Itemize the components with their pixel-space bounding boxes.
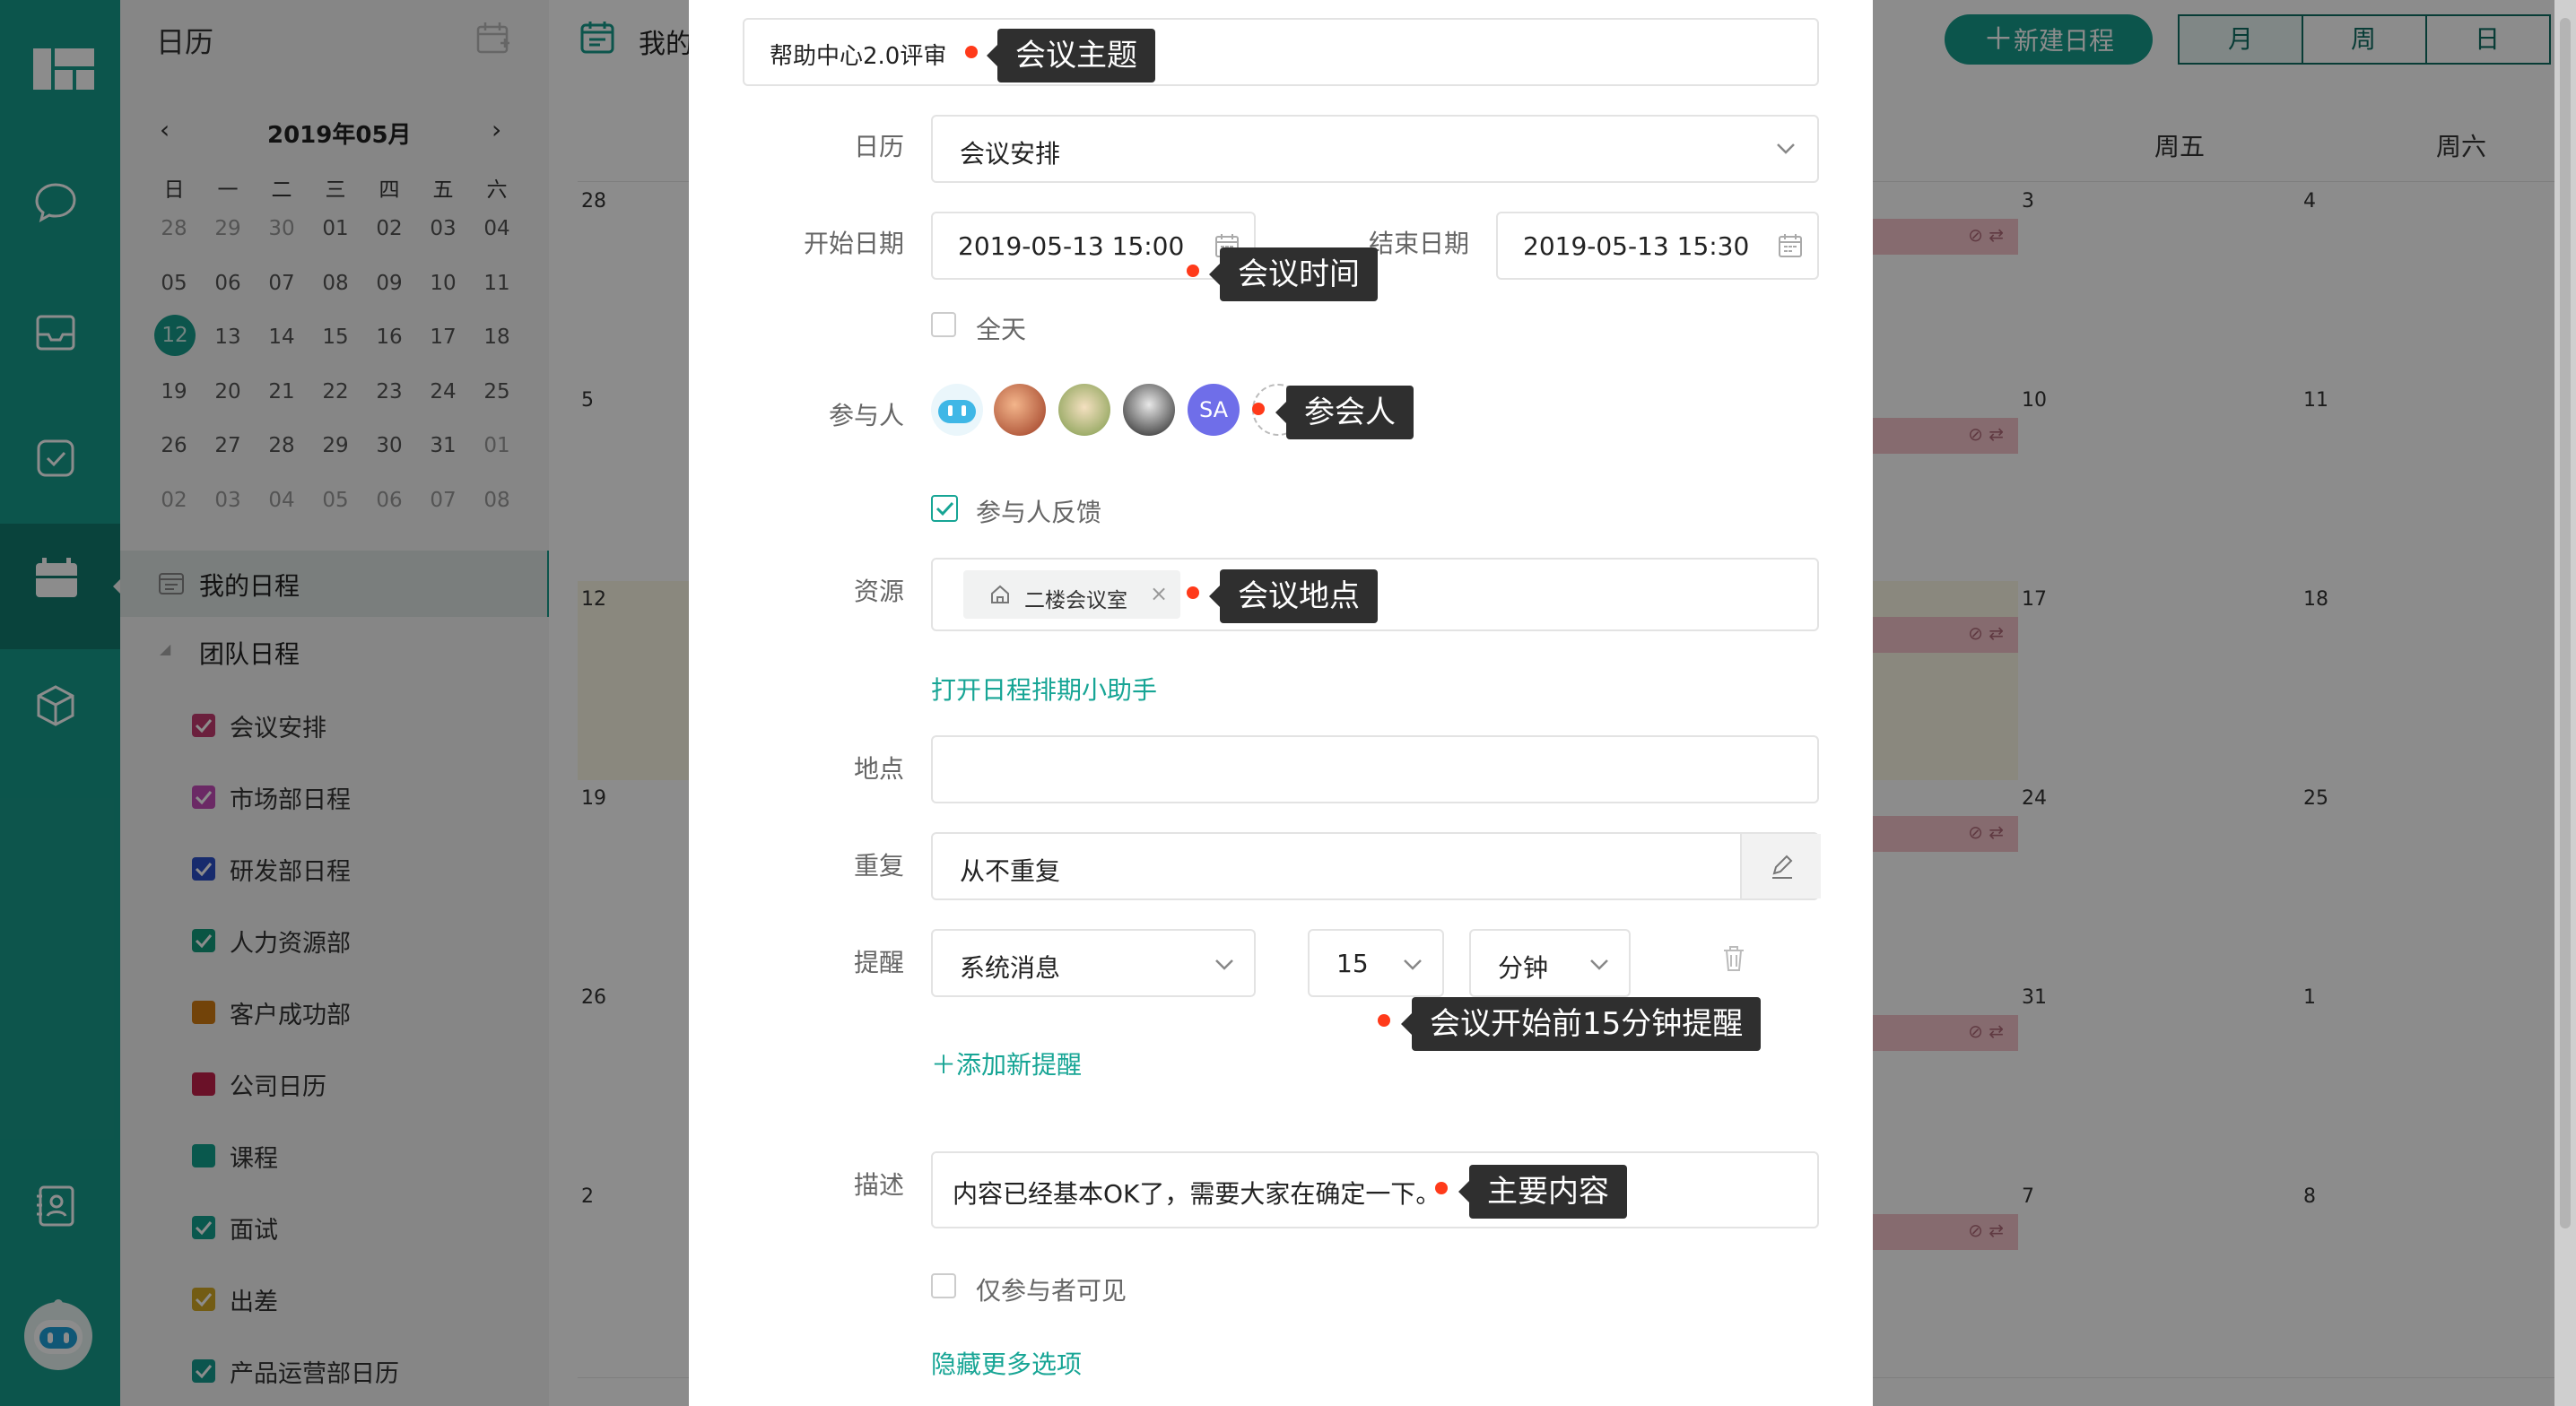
description-textarea[interactable]: 内容已经基本OK了，需要大家在确定一下。 <box>931 1151 1819 1228</box>
annotation-location: 会议地点 <box>1209 569 1378 623</box>
calendar-select-value: 会议安排 <box>960 139 1061 169</box>
private-checkbox[interactable] <box>931 1273 956 1298</box>
description-value: 内容已经基本OK了，需要大家在确定一下。 <box>953 1179 1441 1209</box>
calendar-label: 日历 <box>853 132 904 161</box>
annotation-dot <box>1187 265 1199 277</box>
attendees-label: 参与人 <box>828 401 904 430</box>
attendee-avatar-robot[interactable] <box>931 384 983 436</box>
reminder-label: 提醒 <box>853 948 904 977</box>
annotation-subject: 会议主题 <box>987 29 1155 82</box>
edit-repeat-button[interactable] <box>1740 834 1821 898</box>
resource-label: 资源 <box>853 577 904 606</box>
reminder-type-value: 系统消息 <box>960 953 1061 983</box>
delete-reminder-icon[interactable] <box>1722 945 1745 976</box>
plus-icon: ＋ <box>931 1050 957 1080</box>
resource-tag: 二楼会议室 × <box>963 570 1180 619</box>
end-date-value: 2019-05-13 15:30 <box>1523 231 1750 261</box>
reminder-amount-select[interactable]: 15 <box>1308 929 1444 997</box>
annotation-dot <box>1187 586 1199 599</box>
calendar-select[interactable]: 会议安排 <box>931 115 1819 183</box>
annotation-reminder: 会议开始前15分钟提醒 <box>1400 997 1762 1051</box>
description-label: 描述 <box>853 1170 904 1200</box>
remove-resource-icon[interactable]: × <box>1150 581 1168 606</box>
annotation-content: 主要内容 <box>1458 1165 1627 1219</box>
annotation-time: 会议时间 <box>1209 247 1378 301</box>
add-reminder-label: 添加新提醒 <box>956 1050 1083 1080</box>
start-date-value: 2019-05-13 15:00 <box>958 231 1185 261</box>
annotation-dot <box>1252 403 1265 415</box>
end-date-picker-icon[interactable] <box>1778 233 1803 262</box>
start-date-input[interactable]: 2019-05-13 15:00 <box>931 212 1256 280</box>
end-date-input[interactable]: 2019-05-13 15:30 <box>1496 212 1819 280</box>
all-day-checkbox[interactable] <box>931 312 956 337</box>
all-day-label: 全天 <box>976 315 1027 344</box>
event-editor-modal: 帮助中心2.0评审 日历 会议安排 开始日期 2019-05-13 15:00 … <box>689 0 1873 1406</box>
reminder-type-select[interactable]: 系统消息 <box>931 929 1256 997</box>
private-label: 仅参与者可见 <box>976 1276 1127 1306</box>
building-icon <box>990 585 1010 608</box>
resource-tag-label: 二楼会议室 <box>1024 589 1127 612</box>
scheduler-assistant-link[interactable]: 打开日程排期小助手 <box>931 671 1157 707</box>
subject-field[interactable]: 帮助中心2.0评审 <box>743 18 1819 86</box>
chevron-down-icon <box>1403 958 1423 975</box>
attendee-feedback-checkbox[interactable] <box>931 495 958 522</box>
reminder-unit-value: 分钟 <box>1498 953 1549 983</box>
reminder-amount-value: 15 <box>1336 949 1369 978</box>
chevron-down-icon <box>1776 142 1796 159</box>
location-label: 地点 <box>853 754 904 784</box>
attendee-avatar-3[interactable] <box>1058 384 1110 436</box>
location-input[interactable] <box>931 735 1819 803</box>
attendee-avatar-2[interactable] <box>994 384 1046 436</box>
chevron-down-icon <box>1589 958 1609 975</box>
annotation-attendees: 参会人 <box>1275 386 1414 439</box>
annotation-dot <box>1435 1182 1448 1194</box>
attendee-avatar-sa[interactable]: SA <box>1188 384 1240 436</box>
hide-more-options-link[interactable]: 隐藏更多选项 <box>931 1345 1082 1381</box>
annotation-dot <box>1378 1014 1390 1027</box>
repeat-field[interactable]: 从不重复 <box>931 832 1821 900</box>
reminder-unit-select[interactable]: 分钟 <box>1469 929 1631 997</box>
chevron-down-icon <box>1214 958 1234 975</box>
subject-value: 帮助中心2.0评审 <box>770 43 947 70</box>
repeat-label: 重复 <box>853 851 904 881</box>
annotation-dot <box>965 46 978 58</box>
attendee-feedback-label: 参与人反馈 <box>976 498 1102 527</box>
start-date-label: 开始日期 <box>803 229 904 258</box>
add-reminder-link[interactable]: ＋添加新提醒 <box>931 1046 1082 1081</box>
attendee-avatar-4[interactable] <box>1123 384 1175 436</box>
repeat-value: 从不重复 <box>960 856 1061 886</box>
pencil-icon <box>1769 854 1796 884</box>
page-scrollbar-thumb[interactable] <box>2560 18 2571 1228</box>
